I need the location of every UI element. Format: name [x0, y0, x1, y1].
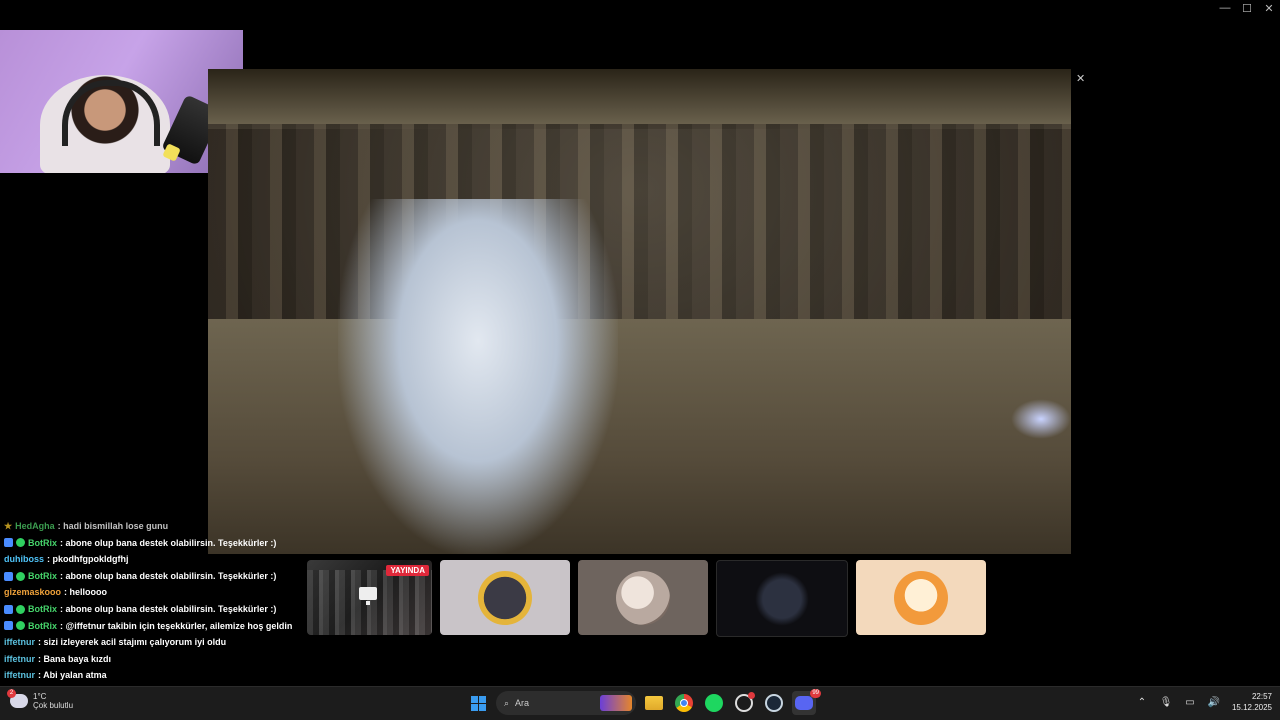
video-ceiling — [208, 69, 1071, 129]
avatar — [894, 570, 948, 625]
taskbar-search[interactable]: ⌕ Ara — [496, 691, 636, 715]
chat-username[interactable]: duhiboss — [4, 551, 44, 568]
chat-username[interactable]: HedAgha — [15, 518, 55, 535]
chat-message: duhiboss: pkodhfgpokldgfhj — [0, 551, 300, 568]
chat-message: BotRix: abone olup bana destek olabilirs… — [0, 568, 300, 585]
chat-text: : abone olup bana destek olabilirsin. Te… — [60, 570, 277, 581]
live-badge: YAYINDA — [386, 565, 429, 576]
chat-message: BotRix: @iffetnur takibin için teşekkürl… — [0, 618, 300, 635]
chat-message: gizemaskooo: helloooo — [0, 584, 300, 601]
bot-badge-icon — [4, 604, 13, 614]
avatar — [616, 570, 670, 625]
chat-text: : hadi bismillah lose gunu — [57, 521, 169, 531]
window-controls: — ☐ ✕ — [1214, 0, 1280, 16]
steam-button[interactable] — [762, 691, 786, 715]
screen-share-icon — [359, 587, 377, 605]
chat-text: : pkodhfgpokldgfhj — [47, 554, 129, 565]
thumbnail-live[interactable]: YAYINDA — [307, 560, 432, 635]
weather-text: 1°C Çok bulutlu — [33, 692, 73, 710]
verified-badge-icon — [16, 571, 25, 581]
chat-message: iffetnur: sizi izleyerek acil stajımı ça… — [0, 634, 300, 651]
chat-text: : sizi izleyerek acil stajımı çalıyorum … — [38, 637, 227, 648]
chat-panel: ★ HedAgha: hadi bismillah lose gunu BotRix… — [0, 518, 300, 684]
discord-badge: 99 — [810, 689, 821, 698]
video-player[interactable] — [208, 69, 1071, 554]
chat-username[interactable]: gizemaskooo — [4, 584, 61, 601]
folder-icon — [645, 696, 663, 710]
chat-username[interactable]: BotRix — [28, 601, 57, 618]
bot-badge-icon — [4, 571, 13, 581]
file-explorer-button[interactable] — [642, 691, 666, 715]
spotify-icon — [705, 694, 723, 712]
start-button[interactable] — [466, 691, 490, 715]
chat-username[interactable]: iffetnur — [4, 634, 35, 651]
chat-username[interactable]: BotRix — [28, 568, 57, 585]
avatar — [755, 571, 809, 626]
weather-desc: Çok bulutlu — [33, 701, 74, 710]
discord-button[interactable]: 99 — [792, 689, 821, 715]
chat-text: : Bana baya kızdı — [38, 653, 112, 664]
star-badge-icon: ★ — [4, 521, 13, 531]
chat-message: BotRix: abone olup bana destek olabilirs… — [0, 601, 300, 618]
avatar — [478, 570, 532, 625]
webcam-feed — [0, 30, 243, 173]
video-light — [1011, 399, 1071, 439]
minimize-button[interactable]: — — [1214, 0, 1236, 16]
search-placeholder: Ara — [515, 698, 530, 708]
search-icon: ⌕ — [504, 697, 510, 708]
chat-message: iffetnur: Bana baya kızdı — [0, 651, 300, 668]
verified-badge-icon — [16, 621, 25, 631]
weather-temp: 1°C — [33, 692, 47, 701]
steam-icon — [765, 694, 783, 712]
microphone-icon[interactable]: 🎙 — [1160, 696, 1173, 708]
spotify-button[interactable] — [702, 691, 726, 715]
bot-badge-icon — [4, 538, 13, 548]
chevron-up-icon[interactable]: ⌃ — [1136, 696, 1148, 708]
chat-text: : @iffetnur takibin için teşekkürler, ai… — [60, 620, 293, 631]
network-icon[interactable]: ▭ — [1184, 696, 1196, 708]
stream-thumbnails: YAYINDA — [307, 560, 986, 637]
close-button[interactable]: ✕ — [1258, 0, 1280, 16]
clock-time: 22:57 — [1251, 692, 1272, 701]
playstation-icon — [735, 692, 755, 712]
thumbnail-3[interactable] — [578, 560, 708, 635]
windows-icon — [470, 695, 486, 711]
video-close-icon[interactable]: ✕ — [1076, 72, 1085, 85]
chat-username[interactable]: BotRix — [28, 535, 57, 552]
thumbnail-5[interactable] — [856, 560, 986, 635]
verified-badge-icon — [16, 604, 25, 614]
weather-widget[interactable]: 1°C Çok bulutlu — [7, 689, 73, 710]
chat-username[interactable]: iffetnur — [4, 667, 35, 684]
chat-text: : Abi yalan atma — [38, 670, 107, 681]
video-bride — [338, 199, 618, 554]
thumbnail-2[interactable] — [440, 560, 570, 635]
maximize-button[interactable]: ☐ — [1236, 0, 1258, 16]
chat-message: ★ HedAgha: hadi bismillah lose gunu — [0, 518, 300, 535]
chat-text: : abone olup bana destek olabilirsin. Te… — [60, 603, 277, 614]
thumbnail-4[interactable] — [716, 560, 848, 637]
discord-icon: 99 — [795, 689, 821, 710]
chat-text: : abone olup bana destek olabilirsin. Te… — [60, 537, 277, 548]
clock-date: 15.12.2025 — [1231, 703, 1272, 712]
taskbar-apps: ⌕ Ara 99 — [466, 689, 821, 715]
chat-text: : helloooo — [64, 587, 108, 598]
clock[interactable]: 22:57 15.12.2025 — [1232, 691, 1272, 713]
verified-badge-icon — [16, 538, 25, 548]
volume-icon[interactable]: 🔊 — [1208, 696, 1220, 708]
chat-message: BotRix: abone olup bana destek olabilirs… — [0, 535, 300, 552]
taskbar: 1°C Çok bulutlu ⌕ Ara 99 ⌃ 🎙 ▭ 🔊 22:57 — [0, 686, 1280, 720]
playstation-button[interactable] — [732, 691, 756, 715]
chrome-icon — [675, 694, 693, 712]
chat-message: iffetnur: Abi yalan atma — [0, 667, 300, 684]
search-highlight-icon — [600, 695, 632, 711]
chat-username[interactable]: BotRix — [28, 618, 57, 635]
system-tray: ⌃ 🎙 ▭ 🔊 22:57 15.12.2025 — [1136, 691, 1272, 713]
chrome-button[interactable] — [672, 691, 696, 715]
bot-badge-icon — [4, 621, 13, 631]
cloud-icon — [7, 689, 28, 708]
chat-username[interactable]: iffetnur — [4, 651, 35, 668]
